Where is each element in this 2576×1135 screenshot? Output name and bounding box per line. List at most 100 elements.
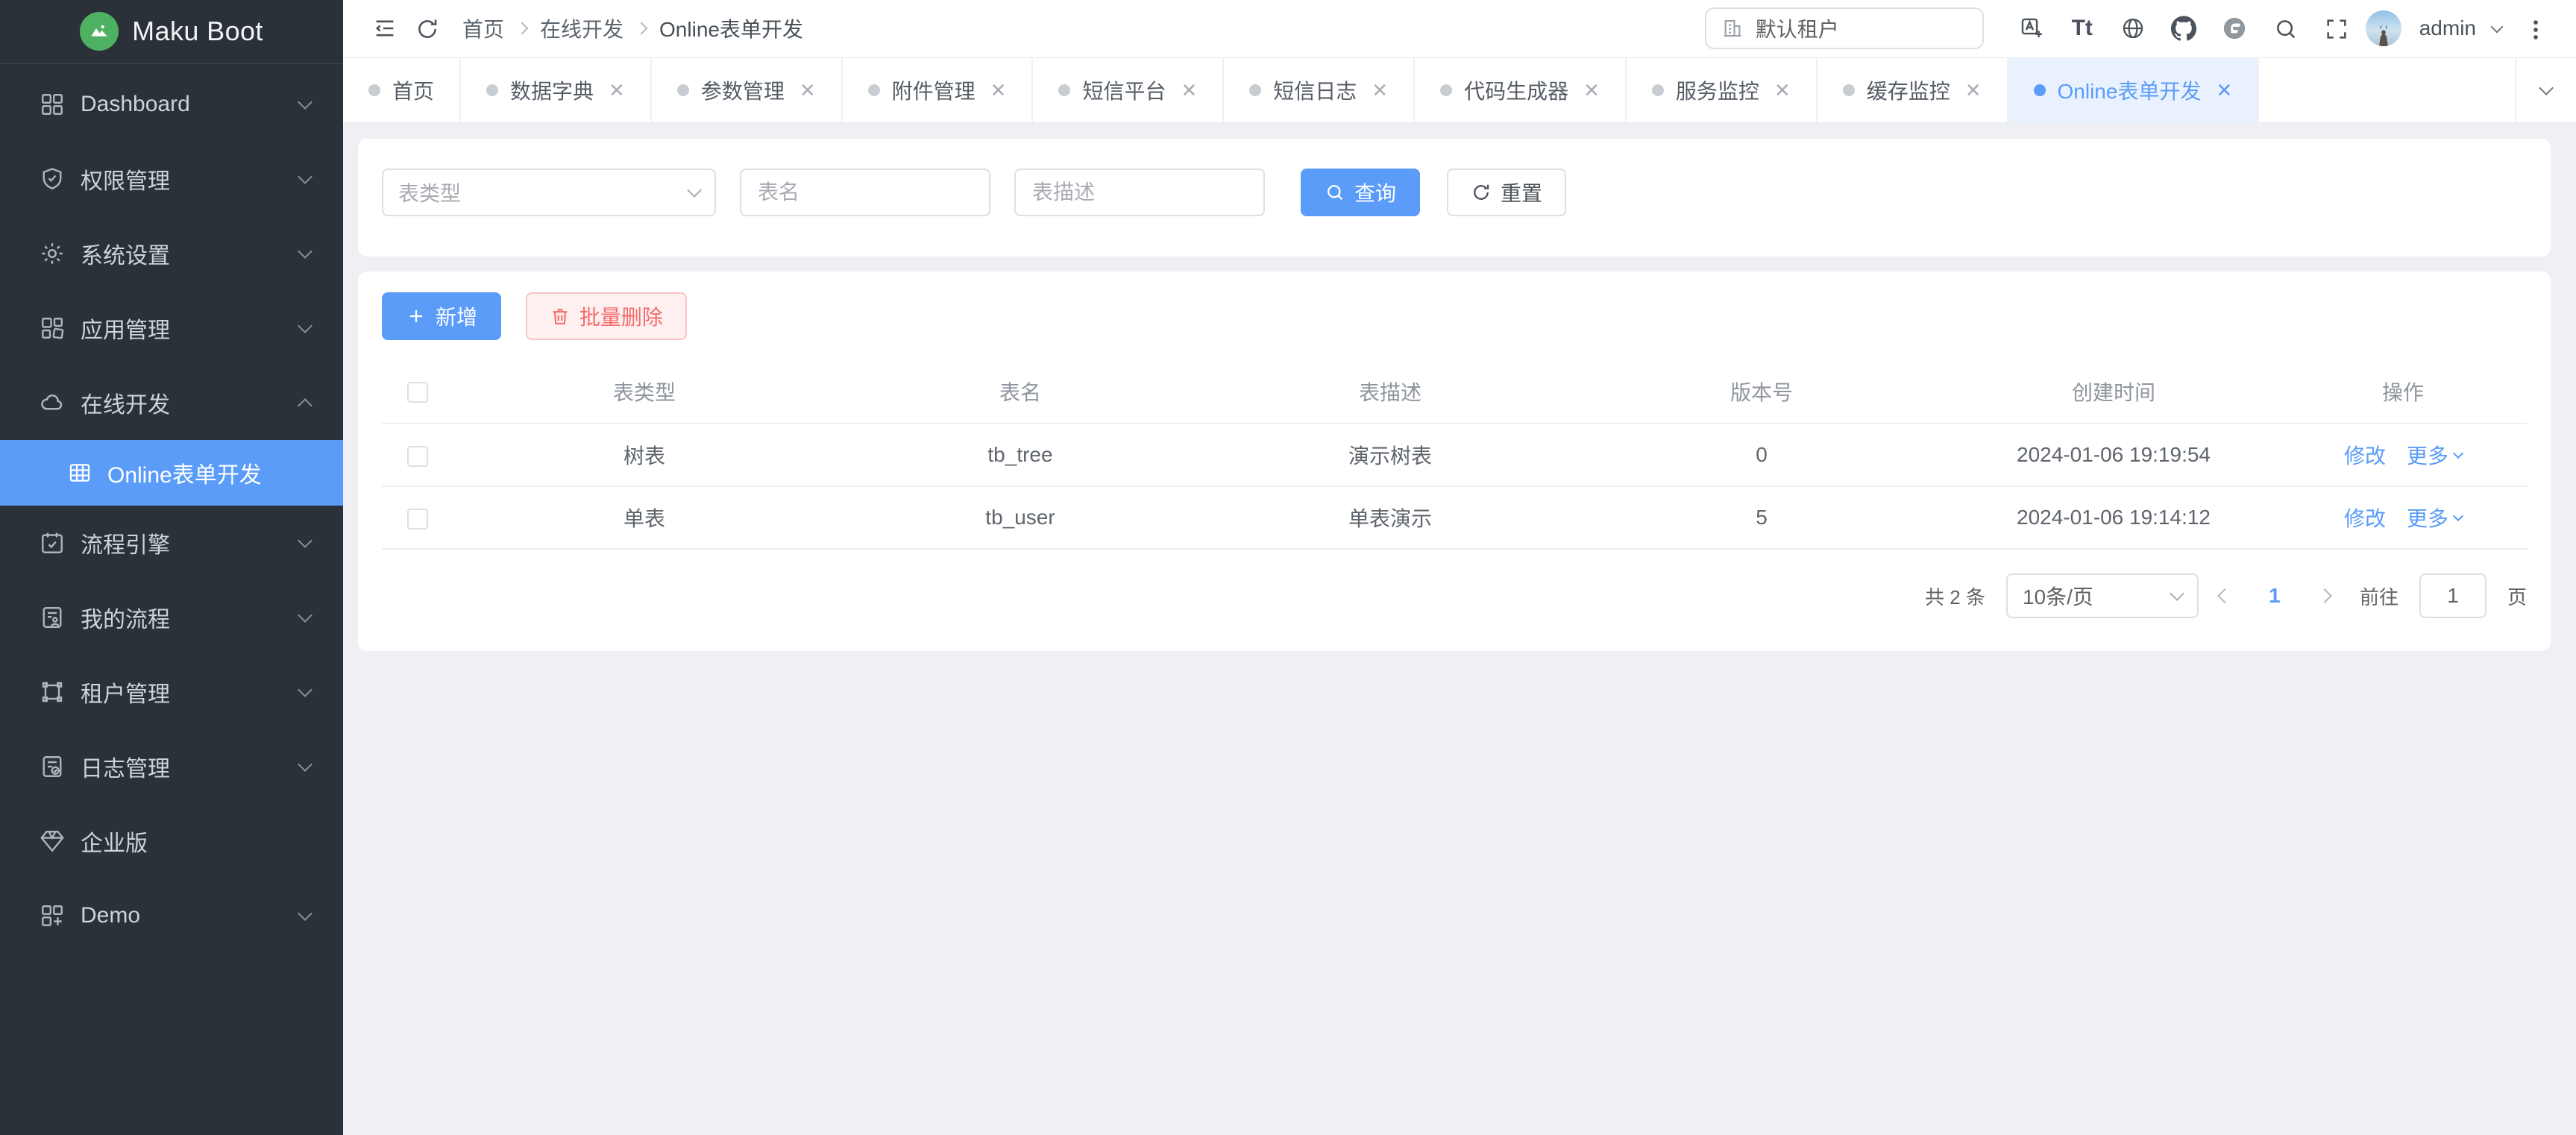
tab-dropdown-button[interactable]	[2515, 58, 2576, 122]
language-button[interactable]	[2011, 7, 2052, 49]
close-icon[interactable]: ✕	[1583, 79, 1600, 102]
table-name-input[interactable]	[740, 169, 990, 216]
fullscreen-button[interactable]	[2315, 7, 2357, 49]
chevron-right-icon	[516, 22, 529, 35]
reset-button[interactable]: 重置	[1447, 169, 1566, 216]
table-header-row: 表类型 表名 表描述 版本号 创建时间 操作	[382, 359, 2527, 424]
username[interactable]: admin	[2419, 16, 2476, 40]
tab-label: 参数管理	[701, 75, 785, 105]
close-icon[interactable]: ✕	[1181, 79, 1197, 102]
tab-label: 短信平台	[1082, 75, 1166, 105]
sidebar-item-tenant-management[interactable]: 租户管理	[0, 655, 343, 729]
select-all-checkbox[interactable]	[407, 382, 428, 403]
avatar[interactable]	[2366, 10, 2401, 46]
page-size-select[interactable]: 10条/页	[2006, 573, 2199, 618]
tab-online-form-dev[interactable]: Online表单开发 ✕	[2008, 58, 2260, 122]
table-type-select[interactable]: 表类型	[382, 169, 716, 216]
tab-attachment-management[interactable]: 附件管理 ✕	[843, 58, 1034, 122]
close-icon[interactable]: ✕	[990, 79, 1007, 102]
close-icon[interactable]: ✕	[799, 79, 816, 102]
search-button[interactable]	[2264, 7, 2306, 49]
github-button[interactable]	[2163, 7, 2205, 49]
goto-page-input[interactable]	[2419, 573, 2487, 618]
more-dropdown[interactable]: 更多	[2407, 503, 2462, 532]
tab-code-generator[interactable]: 代码生成器 ✕	[1415, 58, 1627, 122]
sidebar-item-workflow-engine[interactable]: 流程引擎	[0, 506, 343, 580]
sidebar-item-system-settings[interactable]: 系统设置	[0, 216, 343, 291]
prev-page-button[interactable]	[2217, 588, 2232, 603]
row-checkbox[interactable]	[407, 509, 428, 529]
chevron-down-icon	[298, 533, 312, 548]
refresh-page-button[interactable]	[406, 7, 447, 49]
tab-param-management[interactable]: 参数管理 ✕	[652, 58, 843, 122]
sidebar-item-app-management[interactable]: 应用管理	[0, 291, 343, 365]
globe-button[interactable]	[2112, 7, 2154, 49]
close-icon[interactable]: ✕	[1965, 79, 1982, 102]
chevron-up-icon	[298, 398, 312, 413]
row-checkbox[interactable]	[407, 446, 428, 467]
edit-link[interactable]: 修改	[2344, 440, 2386, 470]
apps-icon	[39, 315, 66, 342]
tab-sms-platform[interactable]: 短信平台 ✕	[1033, 58, 1224, 122]
sidebar-item-online-form-dev[interactable]: Online表单开发	[0, 440, 343, 506]
gitee-button[interactable]	[2214, 7, 2255, 49]
app-root: Maku Boot Dashboard 权限管理 系统设置 应用管理	[0, 0, 2576, 1135]
tab-sms-log[interactable]: 短信日志 ✕	[1224, 58, 1415, 122]
breadcrumb-online-dev[interactable]: 在线开发	[540, 13, 623, 43]
chevron-down-icon	[298, 318, 312, 333]
more-dropdown[interactable]: 更多	[2407, 440, 2462, 470]
table-card: 新增 批量删除 表类型 表名	[358, 271, 2551, 651]
table-type-placeholder: 表类型	[398, 177, 689, 207]
plus-icon	[406, 306, 427, 327]
sidebar-item-my-workflow[interactable]: 我的流程	[0, 580, 343, 655]
chevron-down-icon	[2453, 448, 2463, 459]
sidebar-item-permissions[interactable]: 权限管理	[0, 142, 343, 216]
sidebar-item-label: 企业版	[81, 825, 310, 858]
batch-delete-button[interactable]: 批量删除	[526, 292, 687, 340]
tab-dot-icon	[1652, 84, 1664, 96]
sidebar-item-label: 我的流程	[81, 601, 300, 634]
page-size-value: 10条/页	[2023, 581, 2172, 611]
tab-service-monitor[interactable]: 服务监控 ✕	[1627, 58, 1818, 122]
close-icon[interactable]: ✕	[609, 79, 625, 102]
globe-icon	[2120, 16, 2146, 41]
chevron-down-icon	[687, 183, 702, 198]
col-table-desc: 表描述	[1205, 359, 1575, 424]
sidebar-menu: Dashboard 权限管理 系统设置 应用管理 在线开发	[0, 64, 343, 1135]
sidebar-item-enterprise[interactable]: 企业版	[0, 804, 343, 878]
tab-data-dict[interactable]: 数据字典 ✕	[461, 58, 652, 122]
settings-kebab-button[interactable]	[2513, 7, 2555, 49]
more-label: 更多	[2407, 440, 2448, 470]
query-button[interactable]: 查询	[1301, 169, 1420, 216]
sidebar-item-label: 租户管理	[81, 676, 300, 708]
edit-link[interactable]: 修改	[2344, 503, 2386, 532]
sidebar-item-online-dev[interactable]: 在线开发	[0, 365, 343, 440]
tenant-select[interactable]: 默认租户	[1705, 7, 1984, 49]
close-icon[interactable]: ✕	[2216, 79, 2232, 102]
tenant-name: 默认租户	[1756, 13, 1839, 43]
cell-table-name: tb_tree	[835, 424, 1205, 486]
tab-dot-icon	[486, 84, 498, 96]
tab-cache-monitor[interactable]: 缓存监控 ✕	[1818, 58, 2008, 122]
add-button[interactable]: 新增	[382, 292, 501, 340]
next-page-button[interactable]	[2317, 588, 2332, 603]
sidebar-item-demo[interactable]: Demo	[0, 878, 343, 953]
header-actions: 默认租户 Tt	[1705, 7, 2555, 49]
page-number-1[interactable]: 1	[2260, 584, 2290, 608]
close-icon[interactable]: ✕	[1774, 79, 1791, 102]
tab-home[interactable]: 首页	[343, 58, 461, 122]
table-desc-input[interactable]	[1014, 169, 1265, 216]
sidebar-item-label: 在线开发	[81, 386, 300, 419]
sidebar-item-log-management[interactable]: 日志管理	[0, 729, 343, 804]
tab-label: 服务监控	[1676, 75, 1759, 105]
breadcrumb-home[interactable]: 首页	[462, 13, 504, 43]
sidebar-item-dashboard[interactable]: Dashboard	[0, 67, 343, 142]
col-table-type: 表类型	[453, 359, 835, 424]
shield-check-icon	[39, 166, 66, 192]
total-count: 共 2 条	[1925, 582, 1985, 610]
cell-table-type: 单表	[453, 486, 835, 549]
sidebar-item-label: Online表单开发	[107, 456, 262, 489]
font-size-button[interactable]: Tt	[2061, 7, 2103, 49]
sidebar-collapse-button[interactable]	[364, 7, 406, 49]
close-icon[interactable]: ✕	[1372, 79, 1388, 102]
